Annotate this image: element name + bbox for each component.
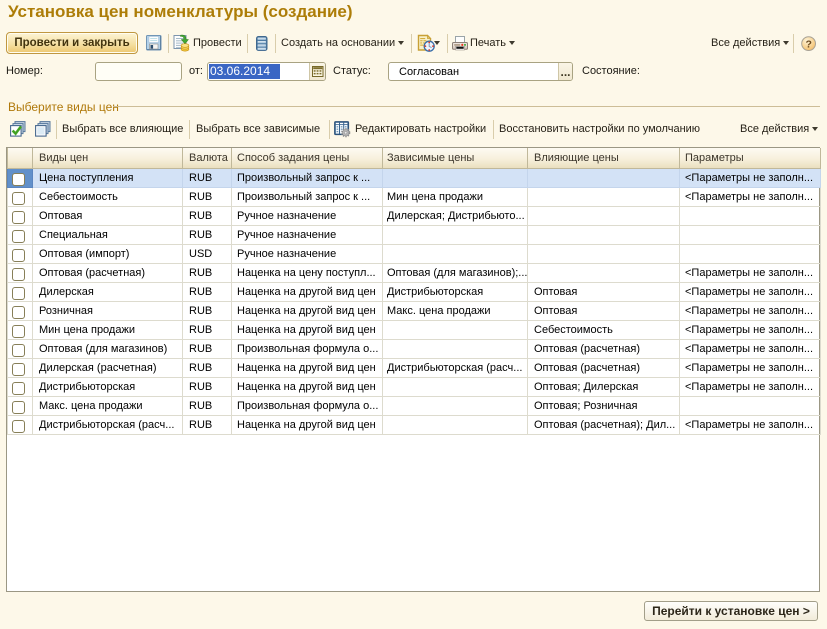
svg-text:?: ?	[805, 38, 811, 50]
